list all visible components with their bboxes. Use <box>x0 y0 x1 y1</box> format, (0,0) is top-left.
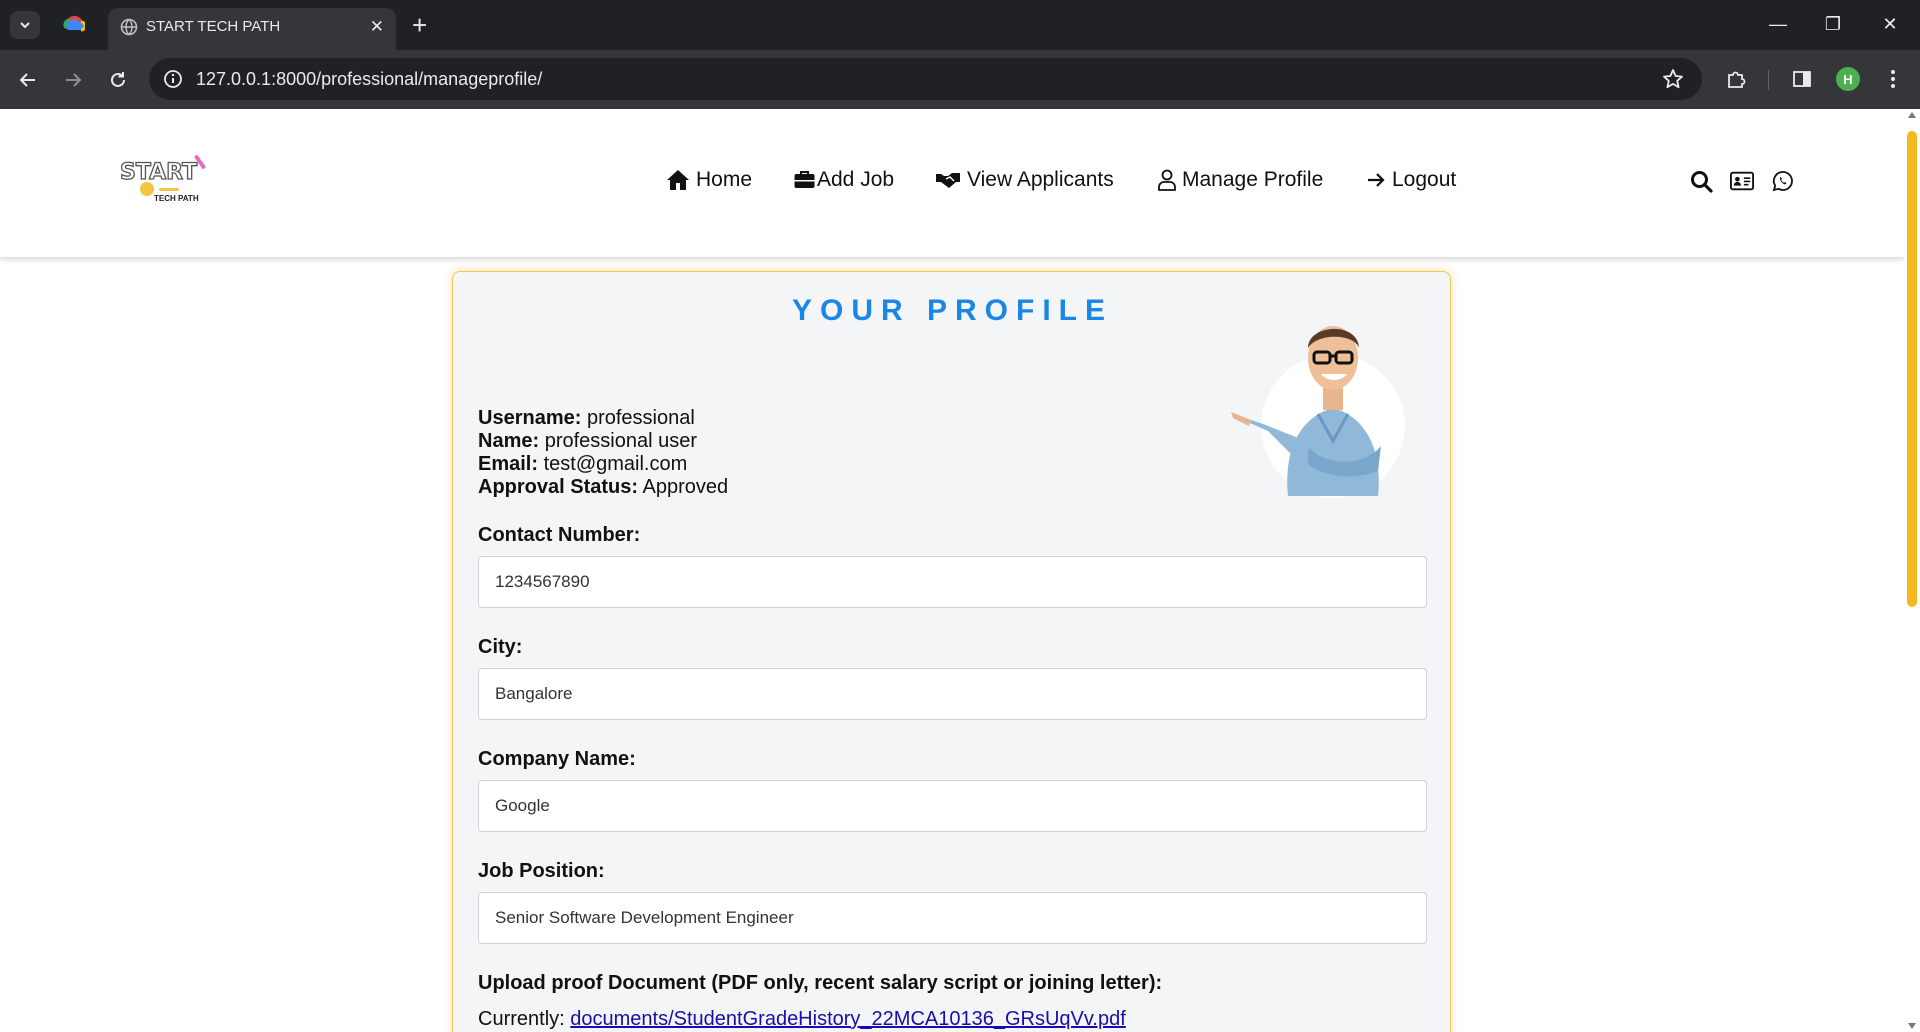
nav-manage-profile[interactable]: Manage Profile <box>1158 165 1323 195</box>
profile-avatar[interactable]: H <box>1836 67 1860 91</box>
id-card-button[interactable] <box>1730 169 1754 193</box>
scrollbar-thumb[interactable] <box>1907 131 1917 607</box>
approval-value: Approved <box>642 476 729 498</box>
account-info: Username: professional Name: professiona… <box>478 407 728 499</box>
contact-number-label: Contact Number: <box>478 524 641 546</box>
profile-card: YOUR PROFILE Username: professional Name… <box>452 271 1451 1032</box>
arrow-left-icon <box>19 73 35 87</box>
job-position-label: Job Position: <box>478 860 605 882</box>
browser-toolbar: 127.0.0.1:8000/professional/manageprofil… <box>0 50 1920 109</box>
chevron-down-icon <box>20 22 30 29</box>
scroll-down-arrow-icon[interactable] <box>1908 1023 1916 1029</box>
search-icon <box>1690 170 1713 193</box>
side-panel-button[interactable] <box>1790 67 1814 91</box>
email-row: Email: test@gmail.com <box>478 453 728 476</box>
arrow-right-icon <box>1368 173 1385 187</box>
site-logo[interactable]: START TECH PATH <box>118 154 213 209</box>
logo-wordmark: START <box>119 159 198 185</box>
reload-icon <box>111 72 125 87</box>
nav-add-job-label: Add Job <box>817 168 895 191</box>
url-text[interactable]: 127.0.0.1:8000/professional/manageprofil… <box>196 69 542 90</box>
currently-label: Currently: <box>478 1008 565 1030</box>
browser-menu-button[interactable] <box>1881 67 1905 91</box>
nav-home[interactable]: Home <box>666 165 752 195</box>
chrome-cloud-logo-icon[interactable] <box>63 14 85 36</box>
back-button[interactable] <box>15 67 41 93</box>
home-icon <box>667 170 689 190</box>
nav-home-label: Home <box>696 168 753 191</box>
search-button[interactable] <box>1689 169 1713 193</box>
bookmark-star-icon[interactable] <box>1662 68 1684 90</box>
username-row: Username: professional <box>478 407 728 430</box>
current-document: Currently: documents/StudentGradeHistory… <box>478 1008 1126 1031</box>
browser-tab-bar: START TECH PATH ✕ + — ❐ ✕ <box>0 0 1920 50</box>
name-row: Name: professional user <box>478 430 728 453</box>
username-value: professional <box>586 407 695 429</box>
whatsapp-button[interactable] <box>1771 169 1795 193</box>
address-bar[interactable]: 127.0.0.1:8000/professional/manageprofil… <box>149 58 1702 100</box>
tab-title: START TECH PATH <box>146 18 281 35</box>
whatsapp-icon <box>1772 171 1793 192</box>
page-scrollbar[interactable] <box>1904 109 1920 1032</box>
logo-subtext: TECH PATH <box>154 194 199 203</box>
username-label: Username: <box>478 407 582 429</box>
company-name-input[interactable] <box>478 780 1427 832</box>
nav-logout-label: Logout <box>1392 168 1457 191</box>
contact-number-input[interactable] <box>478 556 1427 608</box>
city-label: City: <box>478 636 523 658</box>
minimize-button[interactable]: — <box>1766 12 1790 36</box>
more-vertical-icon <box>1891 70 1895 88</box>
tab-close-icon[interactable]: ✕ <box>370 17 384 37</box>
globe-icon <box>120 18 138 36</box>
arrow-right-icon <box>66 73 82 87</box>
nav-view-applicants-label: View Applicants <box>967 168 1114 191</box>
site-info-icon[interactable] <box>163 69 183 89</box>
briefcase-icon <box>794 171 815 188</box>
restore-button[interactable]: ❐ <box>1821 12 1845 36</box>
current-document-link[interactable]: documents/StudentGradeHistory_22MCA10136… <box>570 1008 1125 1030</box>
side-panel-icon <box>1793 71 1811 87</box>
approval-row: Approval Status: Approved <box>478 476 728 499</box>
company-name-label: Company Name: <box>478 748 636 770</box>
tab-search-button[interactable] <box>10 11 40 39</box>
city-input[interactable] <box>478 668 1427 720</box>
close-window-button[interactable]: ✕ <box>1878 12 1902 36</box>
bulb-icon <box>140 182 154 196</box>
nav-add-job[interactable]: Add Job <box>794 165 894 195</box>
handshake-icon <box>936 173 960 188</box>
site-header: START TECH PATH Home Add Job View Applic… <box>0 109 1904 257</box>
nav-manage-profile-label: Manage Profile <box>1182 168 1324 191</box>
id-card-icon <box>1730 171 1754 191</box>
email-value: test@gmail.com <box>543 453 688 475</box>
email-label: Email: <box>478 453 539 475</box>
profile-illustration <box>1231 326 1405 498</box>
nav-view-applicants[interactable]: View Applicants <box>935 165 1114 195</box>
reload-button[interactable] <box>105 67 131 93</box>
extensions-button[interactable] <box>1724 67 1748 91</box>
browser-tab-active[interactable]: START TECH PATH ✕ <box>108 8 396 50</box>
approval-label: Approval Status: <box>478 476 639 498</box>
name-label: Name: <box>478 430 540 452</box>
user-icon <box>1158 169 1176 191</box>
upload-proof-label: Upload proof Document (PDF only, recent … <box>478 972 1163 994</box>
logo-dash <box>159 188 179 191</box>
new-tab-button[interactable]: + <box>412 10 427 40</box>
job-position-input[interactable] <box>478 892 1427 944</box>
nav-logout[interactable]: Logout <box>1366 165 1456 195</box>
scroll-up-arrow-icon[interactable] <box>1908 112 1916 118</box>
toolbar-divider <box>1768 70 1769 90</box>
forward-button[interactable] <box>60 67 86 93</box>
puzzle-icon <box>1728 71 1746 88</box>
page-viewport: START TECH PATH Home Add Job View Applic… <box>0 109 1920 1032</box>
name-value: professional user <box>544 430 698 452</box>
